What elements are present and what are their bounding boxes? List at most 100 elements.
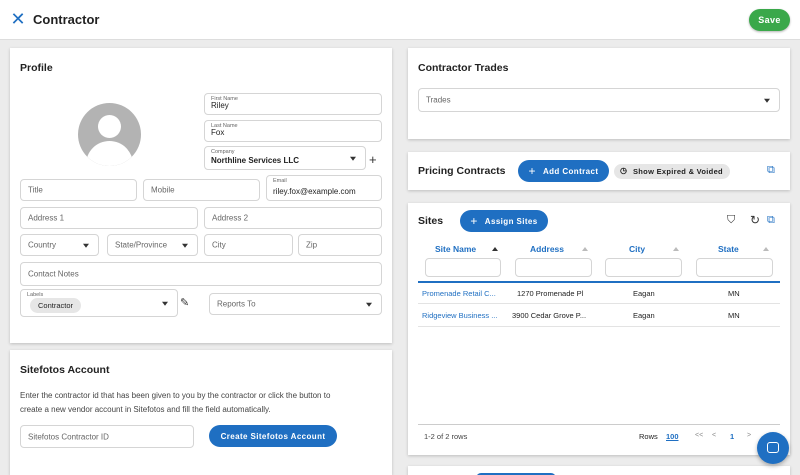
address2-field[interactable]: Address 2	[204, 207, 382, 229]
add-contract-button[interactable]: + Add Contract	[518, 160, 609, 182]
open-in-new-icon[interactable]: ⧉	[767, 215, 775, 226]
country-placeholder: Country	[28, 240, 57, 250]
avatar-head	[98, 115, 121, 138]
add-icon: +	[470, 214, 478, 228]
chevron-down-icon	[83, 243, 89, 248]
state-cell: MN	[728, 311, 740, 320]
assign-sites-label: Assign Sites	[484, 217, 538, 226]
reports-to-placeholder: Reports To	[217, 299, 256, 309]
label-chip[interactable]: Contractor	[30, 298, 82, 313]
state-placeholder: State/Province	[115, 240, 168, 250]
open-in-new-icon[interactable]: ⧉	[767, 165, 775, 176]
mobile-placeholder: Mobile	[151, 185, 175, 195]
page-title: Contractor	[33, 12, 100, 27]
filter-state-input[interactable]	[696, 258, 773, 277]
avatar	[78, 103, 141, 166]
save-button[interactable]: Save	[749, 9, 790, 31]
trades-select[interactable]: Trades	[418, 88, 780, 112]
last-name-value: Fox	[211, 128, 225, 137]
mobile-field[interactable]: Mobile	[143, 179, 260, 201]
address-cell: 1270 Promenade Pl	[517, 289, 584, 298]
add-company-icon[interactable]: +	[369, 153, 377, 166]
address2-placeholder: Address 2	[212, 213, 249, 223]
first-name-field[interactable]: First Name Riley	[204, 93, 382, 115]
first-page-button[interactable]: <<	[695, 432, 703, 439]
sitefotos-title: Sitefotos Account	[20, 364, 110, 376]
filter-address-input[interactable]	[515, 258, 592, 277]
trades-title: Contractor Trades	[418, 62, 509, 74]
sort-asc-icon[interactable]	[492, 247, 498, 251]
state-select[interactable]: State/Province	[107, 234, 198, 256]
add-icon: +	[528, 164, 536, 178]
contact-notes-placeholder: Contact Notes	[28, 269, 79, 279]
edit-pencil-icon[interactable]: ✎	[180, 298, 189, 309]
prev-page-button[interactable]: <	[712, 432, 716, 439]
chat-icon	[767, 442, 779, 453]
address1-placeholder: Address 1	[28, 213, 65, 223]
zip-placeholder: Zip	[306, 240, 318, 250]
company-select[interactable]: Company Northline Services LLC	[204, 146, 366, 170]
site-name-cell[interactable]: Ridgeview Business ...	[422, 311, 504, 320]
close-icon[interactable]: ✕	[10, 10, 26, 28]
sitefotos-description-1: Enter the contractor id that has been gi…	[20, 391, 331, 400]
address-cell: 3900 Cedar Grove P...	[512, 311, 587, 320]
sites-title: Sites	[418, 215, 444, 227]
state-cell: MN	[728, 289, 740, 298]
first-name-value: Riley	[211, 101, 229, 110]
zip-field[interactable]: Zip	[298, 234, 382, 256]
city-field[interactable]: City	[204, 234, 293, 256]
assign-sites-button[interactable]: + Assign Sites	[460, 210, 548, 232]
show-expired-label: Show Expired & Voided	[633, 167, 723, 176]
rows-per-page-label: Rows	[639, 432, 658, 441]
city-cell: Eagan	[633, 311, 655, 320]
next-page-button[interactable]: >	[747, 432, 751, 439]
footer-divider	[418, 424, 780, 425]
email-field[interactable]: Email riley.fox@example.com	[266, 175, 382, 201]
country-select[interactable]: Country	[20, 234, 99, 256]
trades-placeholder: Trades	[426, 95, 451, 105]
column-header-state[interactable]: State	[718, 244, 739, 254]
site-name-cell[interactable]: Promenade Retail C...	[422, 289, 504, 298]
title-field[interactable]: Title	[20, 179, 137, 201]
chat-button[interactable]	[757, 432, 789, 464]
filter-city-input[interactable]	[605, 258, 682, 277]
city-placeholder: City	[212, 240, 226, 250]
sitefotos-id-field[interactable]: Sitefotos Contractor ID	[20, 425, 194, 448]
create-sitefotos-account-button[interactable]: Create Sitefotos Account	[209, 425, 337, 447]
sites-card	[408, 203, 790, 455]
contact-notes-field[interactable]: Contact Notes	[20, 262, 382, 286]
column-header-address[interactable]: Address	[530, 244, 564, 254]
filter-site-name-input[interactable]	[425, 258, 501, 277]
city-cell: Eagan	[633, 289, 655, 298]
chevron-down-icon	[162, 301, 168, 306]
address1-field[interactable]: Address 1	[20, 207, 198, 229]
last-name-field[interactable]: Last Name Fox	[204, 120, 382, 142]
chevron-down-icon	[764, 98, 770, 103]
rows-per-page-select[interactable]: 100	[666, 432, 679, 441]
profile-title: Profile	[20, 62, 53, 74]
sort-icon[interactable]	[673, 247, 679, 251]
filter-off-icon[interactable]: ⛉	[727, 215, 735, 226]
chevron-down-icon	[182, 243, 188, 248]
reports-to-select[interactable]: Reports To	[209, 293, 382, 315]
refresh-icon[interactable]: ↻	[750, 214, 760, 226]
title-placeholder: Title	[28, 185, 43, 195]
company-value: Northline Services LLC	[211, 156, 300, 165]
column-header-site-name[interactable]: Site Name	[435, 244, 476, 254]
company-label: Company	[211, 149, 235, 155]
next-card	[408, 466, 790, 475]
sort-icon[interactable]	[763, 247, 769, 251]
show-expired-toggle[interactable]: ◷ Show Expired & Voided	[614, 164, 730, 179]
top-bar: ✕ Contractor Save	[0, 0, 800, 40]
sort-icon[interactable]	[582, 247, 588, 251]
sitefotos-description-2: create a new vendor account in Sitefotos…	[20, 405, 271, 414]
sitefotos-id-placeholder: Sitefotos Contractor ID	[28, 432, 109, 441]
current-page[interactable]: 1	[730, 432, 734, 441]
avatar-body	[86, 141, 133, 166]
email-label: Email	[273, 178, 287, 184]
column-header-city[interactable]: City	[629, 244, 645, 254]
chevron-down-icon	[366, 302, 372, 307]
add-contract-label: Add Contract	[542, 167, 599, 176]
chevron-down-icon	[350, 156, 356, 161]
pricing-title: Pricing Contracts	[418, 165, 506, 177]
